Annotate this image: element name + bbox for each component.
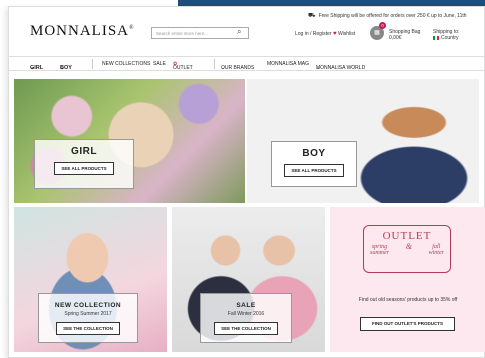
new-collection-subtitle: Spring Summer 2017 [64, 311, 112, 317]
sale-card: SALE Fall Winter 2016 SEE THE COLLECTION [200, 293, 292, 343]
main-nav: GIRL ⌄ BOY ⌄ NEW COLLECTIONS SALE OUTLET… [8, 56, 485, 71]
search-placeholder: Search entire store here... [156, 31, 209, 36]
sale-banner[interactable]: SALE Fall Winter 2016 SEE THE COLLECTION [172, 207, 325, 352]
boy-banner[interactable]: BOY SEE ALL PRODUCTS [247, 79, 479, 203]
outlet-fall-winter: fall winter [429, 244, 444, 256]
brand-logo[interactable]: MONNALISA® [30, 23, 135, 40]
logo-mark: ® [129, 25, 135, 31]
outlet-ampersand: & [405, 242, 412, 251]
heart-icon: ♥ [333, 31, 337, 37]
new-collection-banner[interactable]: NEW COLLECTION Spring Summer 2017 SEE TH… [14, 207, 167, 352]
new-collection-title: NEW COLLECTION [54, 302, 122, 309]
logo-text: MONNALISA [30, 23, 129, 39]
chevron-down-icon: ⌄ [30, 65, 35, 71]
outlet-products-button[interactable]: FIND OUT OUTLET'S PRODUCTS [360, 317, 455, 331]
nav-divider [214, 59, 215, 69]
nav-our-brands-label: OUR BRANDS [221, 65, 255, 71]
outlet-title: OUTLET [382, 230, 432, 242]
nav-outlet-label: OUTLET [173, 65, 193, 71]
outlet-winter: winter [428, 250, 444, 256]
nav-new-collections[interactable]: NEW COLLECTIONS [102, 61, 150, 67]
truck-icon: ⛟ [308, 13, 316, 19]
sale-subtitle: Fall Winter 2016 [227, 311, 265, 317]
country-label: Country [441, 35, 459, 41]
girl-see-all-button[interactable]: SEE ALL PRODUCTS [54, 162, 114, 175]
search-icon[interactable]: ⌕ [237, 27, 241, 37]
outlet-description: Find out old seasons' products up to 35%… [358, 297, 458, 303]
shipping-selector[interactable]: Shipping to: Country [433, 29, 459, 41]
promo-text: Free Shipping will be offered for orders… [318, 13, 467, 19]
new-collection-card: NEW COLLECTION Spring Summer 2017 SEE TH… [38, 293, 138, 343]
nav-sale[interactable]: SALE [153, 61, 166, 67]
outlet-frame: OUTLET spring summer & fall winter [363, 225, 451, 273]
outlet-summer: summer [370, 250, 389, 256]
new-collection-button[interactable]: SEE THE COLLECTION [56, 322, 120, 335]
login-register-link[interactable]: Log in / Register [295, 31, 331, 37]
nav-monnalisa-mag[interactable]: MONNALISA MAG [267, 61, 309, 67]
nav-world-label: MONNALISA WORLD [316, 65, 366, 71]
boy-title: BOY [302, 148, 326, 159]
promo-bar: ⛟ Free Shipping will be offered for orde… [308, 12, 467, 20]
outlet-seasons: spring summer & fall winter [364, 242, 450, 258]
italy-flag-icon [433, 36, 439, 40]
outlet-spring-summer: spring summer [370, 244, 389, 256]
shopping-bag-link[interactable]: Shopping Bag 0,00€ [389, 29, 420, 41]
girl-card: GIRL SEE ALL PRODUCTS [34, 139, 134, 189]
girl-banner[interactable]: GIRL SEE ALL PRODUCTS [14, 79, 245, 203]
nav-divider [92, 59, 93, 69]
chevron-down-icon: ⌄ [221, 65, 226, 71]
boy-see-all-button[interactable]: SEE ALL PRODUCTS [284, 164, 344, 177]
search-input[interactable]: Search entire store here... [151, 27, 249, 39]
outlet-banner[interactable]: OUTLET spring summer & fall winter Find ou… [330, 207, 485, 352]
girl-title: GIRL [71, 146, 97, 157]
sale-title: SALE [236, 302, 256, 309]
chevron-down-icon: ⌄ [316, 65, 321, 71]
chevron-down-icon: ⌄ [60, 65, 65, 71]
country-select[interactable]: Country [433, 35, 459, 41]
wishlist-label: Wishlist [337, 31, 356, 37]
bag-amount: 0,00€ [389, 35, 402, 41]
boy-card: BOY SEE ALL PRODUCTS [271, 141, 357, 187]
bag-count-badge: 0 [379, 22, 386, 29]
wishlist-link[interactable]: ♥ Wishlist [333, 31, 355, 37]
sale-button[interactable]: SEE THE COLLECTION [214, 322, 278, 335]
nav-outlet[interactable]: OUTLET ✿ [173, 61, 193, 71]
